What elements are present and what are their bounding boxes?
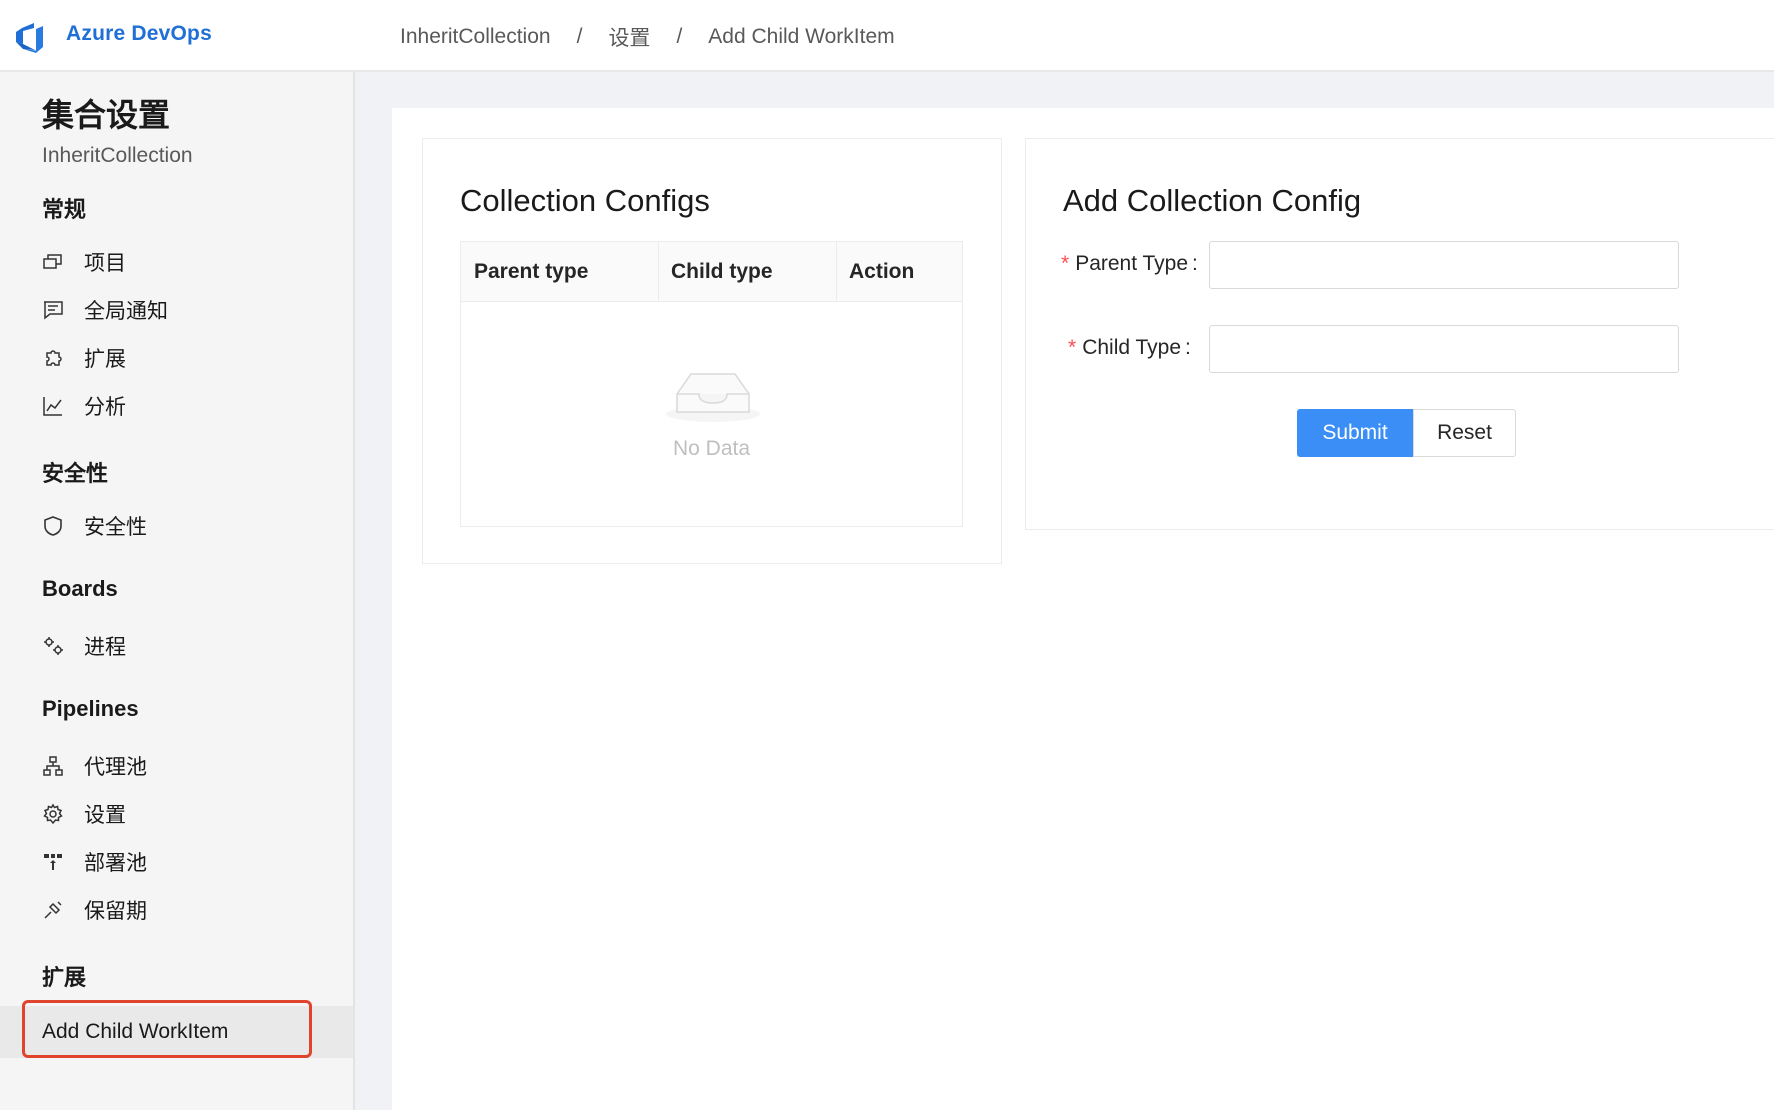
gear-icon (42, 803, 64, 825)
sidebar-section-pipelines: Pipelines (42, 696, 139, 721)
sidebar-subtitle: InheritCollection (42, 144, 193, 167)
sidebar-section-boards: Boards (42, 576, 118, 601)
breadcrumb-separator: / (676, 25, 683, 48)
sidebar-item-global-notifications[interactable]: 全局通知 (42, 292, 168, 328)
column-header-parent-type: Parent type (474, 260, 589, 283)
shield-icon (42, 515, 64, 537)
deployment-pool-icon (42, 851, 64, 873)
parent-type-input[interactable] (1209, 241, 1679, 289)
sidebar-item-label: 安全性 (84, 516, 147, 539)
puzzle-icon (42, 347, 64, 369)
azure-devops-logo-icon[interactable] (13, 20, 47, 54)
projects-icon (42, 251, 64, 273)
collection-configs-table: Parent type Child type Action No Data (460, 241, 963, 527)
breadcrumb-item-current: Add Child WorkItem (708, 25, 895, 48)
child-type-label: * Child Type: (1068, 336, 1191, 359)
reset-button[interactable]: Reset (1413, 409, 1516, 457)
column-header-child-type: Child type (671, 260, 773, 283)
sidebar-item-label: 部署池 (84, 852, 147, 875)
app-name[interactable]: Azure DevOps (66, 22, 212, 46)
empty-state-text: No Data (672, 437, 751, 460)
collection-configs-title: Collection Configs (460, 183, 710, 218)
table-header: Parent type Child type Action (461, 242, 962, 302)
process-icon (42, 635, 64, 657)
chart-icon (42, 395, 64, 417)
submit-button[interactable]: Submit (1297, 409, 1413, 457)
sidebar-item-label: 分析 (84, 396, 126, 419)
sidebar-section-security: 安全性 (42, 461, 109, 486)
sidebar-section-extensions: 扩展 (42, 965, 87, 990)
child-type-input[interactable] (1209, 325, 1679, 373)
required-mark: * (1068, 336, 1077, 359)
sidebar-item-label: 扩展 (84, 348, 126, 371)
sidebar-item-label: 项目 (84, 252, 126, 275)
add-collection-config-title: Add Collection Config (1063, 183, 1362, 218)
empty-inbox-icon (666, 373, 760, 422)
parent-type-label: * Parent Type: (1061, 252, 1198, 275)
column-header-action: Action (849, 260, 915, 283)
sidebar-item-analytics[interactable]: 分析 (42, 388, 126, 424)
breadcrumb-item-collection[interactable]: InheritCollection (400, 25, 551, 49)
comment-icon (42, 299, 64, 321)
sidebar-item-add-child-workitem[interactable]: Add Child WorkItem (0, 1006, 353, 1058)
sidebar-item-agent-pools[interactable]: 代理池 (42, 748, 147, 784)
sidebar-item-process[interactable]: 进程 (42, 628, 126, 664)
sidebar: 集合设置 InheritCollection 常规 项目 全局通知 扩展 分析 … (0, 72, 355, 1110)
agent-pool-icon (42, 755, 64, 777)
sidebar-item-settings[interactable]: 设置 (42, 796, 126, 832)
sidebar-item-label: 代理池 (84, 756, 147, 779)
breadcrumb-separator: / (576, 25, 583, 48)
sidebar-item-deployment-pools[interactable]: 部署池 (42, 844, 147, 880)
required-mark: * (1061, 252, 1070, 275)
sidebar-item-label: 进程 (84, 636, 126, 659)
sidebar-item-label: 设置 (84, 804, 126, 827)
retention-icon (42, 899, 64, 921)
sidebar-item-projects[interactable]: 项目 (42, 244, 126, 280)
breadcrumb: InheritCollection / 设置 / Add Child WorkI… (400, 22, 895, 52)
sidebar-title: 集合设置 (42, 97, 171, 133)
top-header: Azure DevOps InheritCollection / 设置 / Ad… (0, 0, 1774, 72)
sidebar-item-retention[interactable]: 保留期 (42, 892, 147, 928)
sidebar-section-general: 常规 (42, 197, 87, 222)
sidebar-item-label: Add Child WorkItem (42, 1020, 229, 1043)
sidebar-item-extensions[interactable]: 扩展 (42, 340, 126, 376)
breadcrumb-item-settings[interactable]: 设置 (608, 22, 650, 52)
sidebar-item-label: 保留期 (84, 900, 147, 923)
sidebar-item-security[interactable]: 安全性 (42, 508, 147, 544)
sidebar-item-label: 全局通知 (84, 300, 168, 323)
